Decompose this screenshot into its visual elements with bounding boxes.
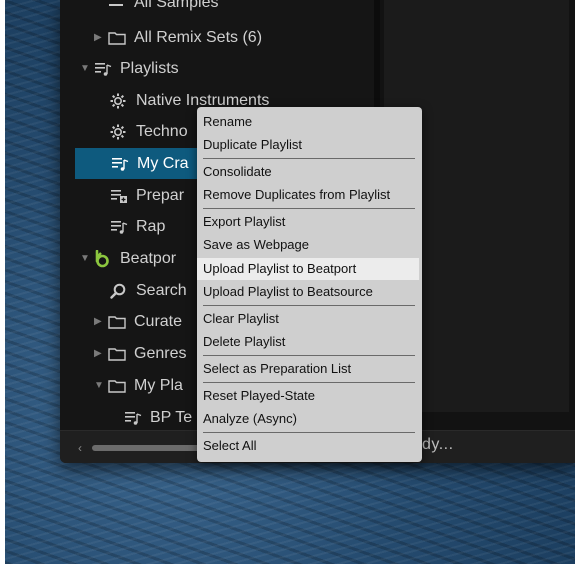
menu-item-remove-duplicates[interactable]: Remove Duplicates from Playlist bbox=[197, 184, 422, 206]
horizontal-scrollbar-thumb[interactable] bbox=[92, 445, 202, 451]
gear-icon bbox=[110, 124, 136, 140]
tree-item-label: My Pla bbox=[134, 376, 183, 394]
menu-item-upload-to-beatsource[interactable]: Upload Playlist to Beatsource bbox=[197, 281, 422, 303]
playlist-icon bbox=[111, 156, 137, 172]
playlist-icon bbox=[94, 61, 120, 77]
menu-item-duplicate-playlist[interactable]: Duplicate Playlist bbox=[197, 134, 422, 156]
tree-item-curated[interactable]: ▶ Curate bbox=[94, 306, 182, 337]
expand-arrow[interactable]: ▶ bbox=[94, 316, 108, 327]
menu-item-save-as-webpage[interactable]: Save as Webpage bbox=[197, 234, 422, 256]
tree-item-label: All Remix Sets (6) bbox=[134, 28, 263, 46]
preparation-list-icon bbox=[110, 188, 136, 204]
tree-item-search[interactable]: Search bbox=[110, 275, 187, 306]
menu-separator bbox=[203, 158, 415, 159]
tree-item-label: Techno bbox=[136, 122, 188, 140]
tree-item-label: BP Te bbox=[150, 408, 193, 426]
tree-item-my-playlists[interactable]: ▼ My Pla bbox=[94, 370, 183, 401]
expand-arrow[interactable]: ▶ bbox=[94, 32, 108, 43]
tree-item-label: Curate bbox=[134, 312, 183, 330]
tree-item-label: My Cra bbox=[137, 154, 189, 172]
folder-icon bbox=[108, 315, 134, 329]
collapse-arrow[interactable]: ▼ bbox=[80, 63, 94, 74]
menu-separator bbox=[203, 355, 415, 356]
beatport-icon bbox=[94, 249, 120, 268]
folder-icon bbox=[108, 379, 134, 393]
tree-item-label: Search bbox=[136, 281, 187, 299]
menu-separator bbox=[203, 208, 415, 209]
tree-item-preparation[interactable]: Prepar bbox=[110, 180, 184, 211]
tree-item-label: Rap bbox=[136, 217, 166, 235]
menu-item-rename[interactable]: Rename bbox=[197, 111, 422, 133]
collapse-arrow[interactable]: ▼ bbox=[94, 380, 108, 391]
expand-arrow[interactable]: ▶ bbox=[94, 348, 108, 359]
tree-item-playlists[interactable]: ▼ Playlists bbox=[80, 53, 179, 84]
menu-item-delete-playlist[interactable]: Delete Playlist bbox=[197, 331, 422, 353]
context-menu: Rename Duplicate Playlist Consolidate Re… bbox=[197, 107, 422, 462]
menu-item-export-playlist[interactable]: Export Playlist bbox=[197, 211, 422, 233]
playlist-icon bbox=[110, 219, 136, 235]
menu-item-select-as-preparation-list[interactable]: Select as Preparation List bbox=[197, 358, 422, 380]
menu-item-reset-played-state[interactable]: Reset Played-State bbox=[197, 385, 422, 407]
tree-item-label: Prepar bbox=[136, 186, 185, 204]
status-text: dy... bbox=[422, 436, 454, 453]
tree-item-label: All Samples bbox=[134, 0, 219, 11]
collapse-arrow[interactable]: ▼ bbox=[80, 253, 94, 264]
folder-icon bbox=[108, 347, 134, 361]
samples-icon bbox=[108, 0, 134, 10]
menu-item-select-all[interactable]: Select All bbox=[197, 435, 422, 457]
playlist-icon bbox=[124, 410, 150, 426]
gear-icon bbox=[110, 93, 136, 109]
menu-separator bbox=[203, 305, 415, 306]
menu-separator bbox=[203, 432, 415, 433]
tree-item-all-remix-sets[interactable]: ▶ All Remix Sets (6) bbox=[94, 22, 262, 53]
menu-item-upload-to-beatport[interactable]: Upload Playlist to Beatport bbox=[197, 258, 419, 280]
menu-item-analyze-async[interactable]: Analyze (Async) bbox=[197, 408, 422, 430]
tree-item-bp-te[interactable]: BP Te bbox=[124, 402, 192, 433]
tree-item-rap[interactable]: Rap bbox=[110, 211, 165, 242]
tree-item-genres[interactable]: ▶ Genres bbox=[94, 338, 186, 369]
tree-item-beatport[interactable]: ▼ Beatpor bbox=[80, 243, 176, 274]
scroll-left-arrow[interactable]: ‹ bbox=[78, 441, 82, 455]
tree-item-techno[interactable]: Techno bbox=[110, 116, 188, 147]
tree-item-all-samples[interactable]: All Samples bbox=[94, 0, 218, 18]
menu-item-consolidate[interactable]: Consolidate bbox=[197, 161, 422, 183]
folder-icon bbox=[108, 31, 134, 45]
tree-item-label: Beatpor bbox=[120, 249, 177, 267]
search-icon bbox=[110, 283, 136, 299]
menu-item-clear-playlist[interactable]: Clear Playlist bbox=[197, 308, 422, 330]
tree-item-label: Genres bbox=[134, 344, 187, 362]
menu-separator bbox=[203, 382, 415, 383]
tree-item-label: Playlists bbox=[120, 59, 179, 77]
